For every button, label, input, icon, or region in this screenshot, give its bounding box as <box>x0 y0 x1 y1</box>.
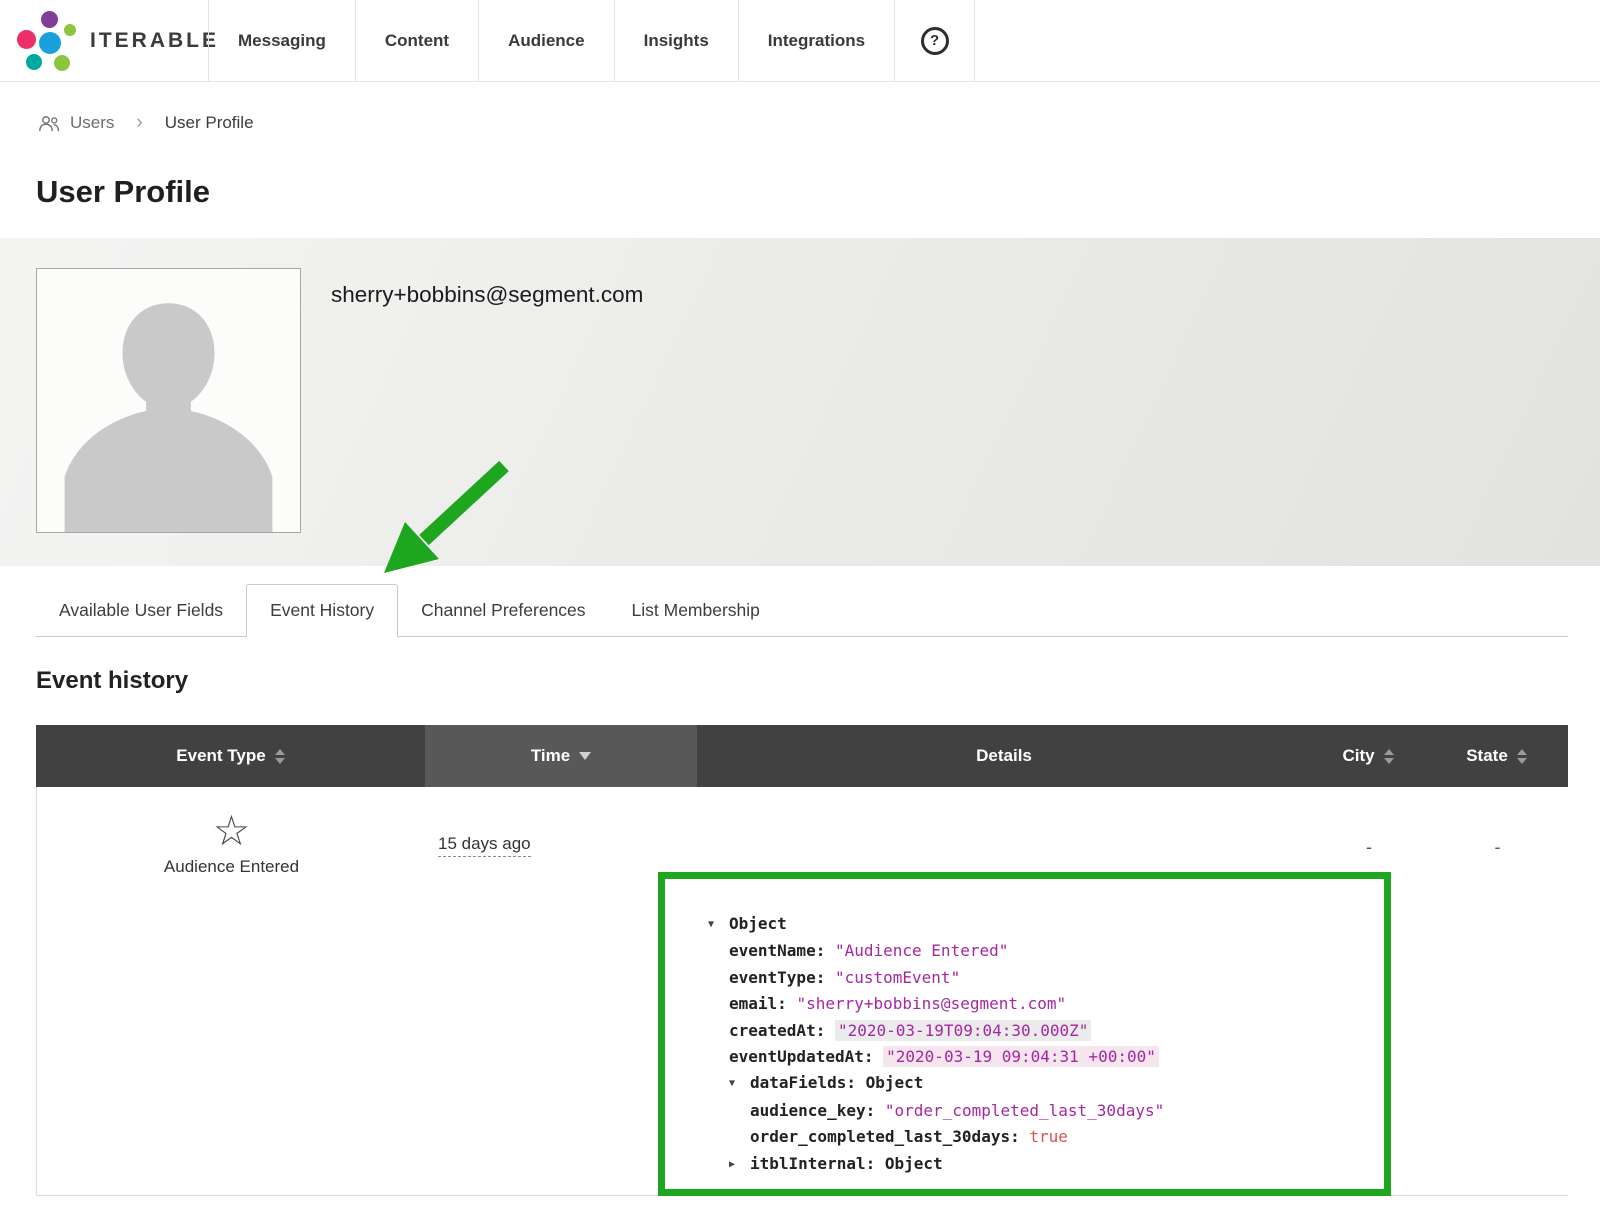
avatar <box>36 268 301 533</box>
event-type-cell: ☆ Audience Entered <box>37 809 426 877</box>
column-label: Time <box>531 746 570 766</box>
json-key: createdAt: <box>729 1021 825 1040</box>
json-line: ▼dataFields: Object <box>708 1070 1374 1097</box>
sort-arrow-up-icon <box>275 749 285 755</box>
tab-available-user-fields[interactable]: Available User Fields <box>36 584 246 636</box>
profile-tabs: Available User FieldsEvent HistoryChanne… <box>36 584 1568 637</box>
column-label: Event Type <box>176 746 265 766</box>
brand-home-link[interactable]: ITERABLE <box>0 0 208 81</box>
json-line: createdAt: "2020-03-19T09:04:30.000Z" <box>708 1018 1374 1044</box>
event-type-label: Audience Entered <box>37 857 426 877</box>
column-header-city[interactable]: City <box>1311 725 1425 787</box>
json-line: eventType: "customEvent" <box>708 965 1374 991</box>
tab-channel-preferences[interactable]: Channel Preferences <box>398 584 608 636</box>
relative-time[interactable]: 15 days ago <box>438 834 531 857</box>
breadcrumb-separator-icon: › <box>124 112 154 134</box>
table-header-row: Event Type Time Details City State <box>36 725 1568 787</box>
nav-item-insights[interactable]: Insights <box>614 0 738 81</box>
json-line: audience_key: "order_completed_last_30da… <box>708 1098 1374 1124</box>
sort-arrow-down-icon <box>1384 758 1394 764</box>
sort-icon <box>275 749 285 764</box>
json-line: order_completed_last_30days: true <box>708 1124 1374 1150</box>
json-value: true <box>1029 1127 1068 1146</box>
disclosure-expanded-icon[interactable]: ▼ <box>708 912 729 938</box>
time-cell: 15 days ago <box>438 834 531 854</box>
table-row: ☆ Audience Entered 15 days ago - - ▼Obje… <box>36 787 1568 1196</box>
sort-icon <box>1517 749 1527 764</box>
breadcrumb-current: User Profile <box>165 113 254 133</box>
json-value: "sherry+bobbins@segment.com" <box>796 994 1066 1013</box>
star-icon: ☆ <box>37 809 426 853</box>
json-key: audience_key: <box>750 1101 875 1120</box>
json-value: Object <box>866 1073 924 1092</box>
json-value: Object <box>729 914 787 933</box>
logo-dot <box>26 54 42 70</box>
city-cell: - <box>1312 837 1426 858</box>
event-details-json-annotated: ▼ObjecteventName: "Audience Entered"even… <box>658 872 1391 1196</box>
column-header-time[interactable]: Time <box>425 725 697 787</box>
profile-email: sherry+bobbins@segment.com <box>331 282 643 308</box>
breadcrumb: Users › User Profile <box>38 112 1600 134</box>
profile-banner: sherry+bobbins@segment.com <box>0 238 1600 566</box>
sort-arrow-down-icon <box>579 752 591 760</box>
iterable-logo-icon <box>14 9 78 73</box>
column-label: State <box>1466 746 1508 766</box>
json-key: dataFields: <box>750 1073 856 1092</box>
column-header-state[interactable]: State <box>1425 725 1568 787</box>
main-nav: MessagingContentAudienceInsightsIntegrat… <box>208 0 894 81</box>
json-tree: ▼ObjecteventName: "Audience Entered"even… <box>708 911 1374 1178</box>
column-label: Details <box>976 746 1032 766</box>
json-key: eventType: <box>729 968 825 987</box>
disclosure-collapsed-icon[interactable]: ▶ <box>729 1152 750 1178</box>
help-button[interactable]: ? <box>894 0 975 81</box>
json-value: "order_completed_last_30days" <box>885 1101 1164 1120</box>
logo-dot <box>54 55 70 71</box>
brand-name: ITERABLE <box>90 29 219 53</box>
sort-arrow-up-icon <box>1384 749 1394 755</box>
nav-item-integrations[interactable]: Integrations <box>738 0 894 81</box>
breadcrumb-users-link[interactable]: Users <box>70 113 114 133</box>
json-value: "Audience Entered" <box>835 941 1008 960</box>
event-history-heading: Event history <box>36 667 1600 695</box>
top-navigation: ITERABLE MessagingContentAudienceInsight… <box>0 0 1600 82</box>
logo-dot <box>39 32 61 54</box>
json-line: ▼Object <box>708 911 1374 938</box>
disclosure-expanded-icon[interactable]: ▼ <box>729 1071 750 1097</box>
sort-icon <box>1384 749 1394 764</box>
nav-item-content[interactable]: Content <box>355 0 478 81</box>
json-line: ▶itblInternal: Object <box>708 1151 1374 1178</box>
json-value: "2020-03-19 09:04:31 +00:00" <box>883 1046 1159 1067</box>
json-value: "2020-03-19T09:04:30.000Z" <box>835 1020 1091 1041</box>
json-value: Object <box>885 1154 943 1173</box>
logo-dot <box>17 30 36 49</box>
tab-list-membership[interactable]: List Membership <box>609 584 783 636</box>
logo-dot <box>64 24 76 36</box>
sort-arrow-down-icon <box>275 758 285 764</box>
logo-dot <box>41 11 58 28</box>
column-header-details: Details <box>697 725 1311 787</box>
json-line: eventUpdatedAt: "2020-03-19 09:04:31 +00… <box>708 1044 1374 1070</box>
sort-desc-icon <box>579 752 591 760</box>
sort-arrow-up-icon <box>1517 749 1527 755</box>
help-icon: ? <box>921 27 949 55</box>
json-key: eventUpdatedAt: <box>729 1047 874 1066</box>
page-title: User Profile <box>36 174 1600 210</box>
json-key: email: <box>729 994 787 1013</box>
json-key: itblInternal: <box>750 1154 875 1173</box>
tab-event-history[interactable]: Event History <box>246 584 398 636</box>
column-label: City <box>1342 746 1374 766</box>
json-value: "customEvent" <box>835 968 960 987</box>
nav-item-messaging[interactable]: Messaging <box>208 0 355 81</box>
sort-arrow-down-icon <box>1517 758 1527 764</box>
nav-item-audience[interactable]: Audience <box>478 0 614 81</box>
column-header-event-type[interactable]: Event Type <box>36 725 425 787</box>
state-cell: - <box>1426 837 1569 858</box>
users-icon <box>38 115 60 132</box>
json-key: eventName: <box>729 941 825 960</box>
json-line: email: "sherry+bobbins@segment.com" <box>708 991 1374 1017</box>
event-history-table: Event Type Time Details City State ☆ Audienc… <box>36 725 1568 1196</box>
json-key: order_completed_last_30days: <box>750 1127 1020 1146</box>
json-line: eventName: "Audience Entered" <box>708 938 1374 964</box>
